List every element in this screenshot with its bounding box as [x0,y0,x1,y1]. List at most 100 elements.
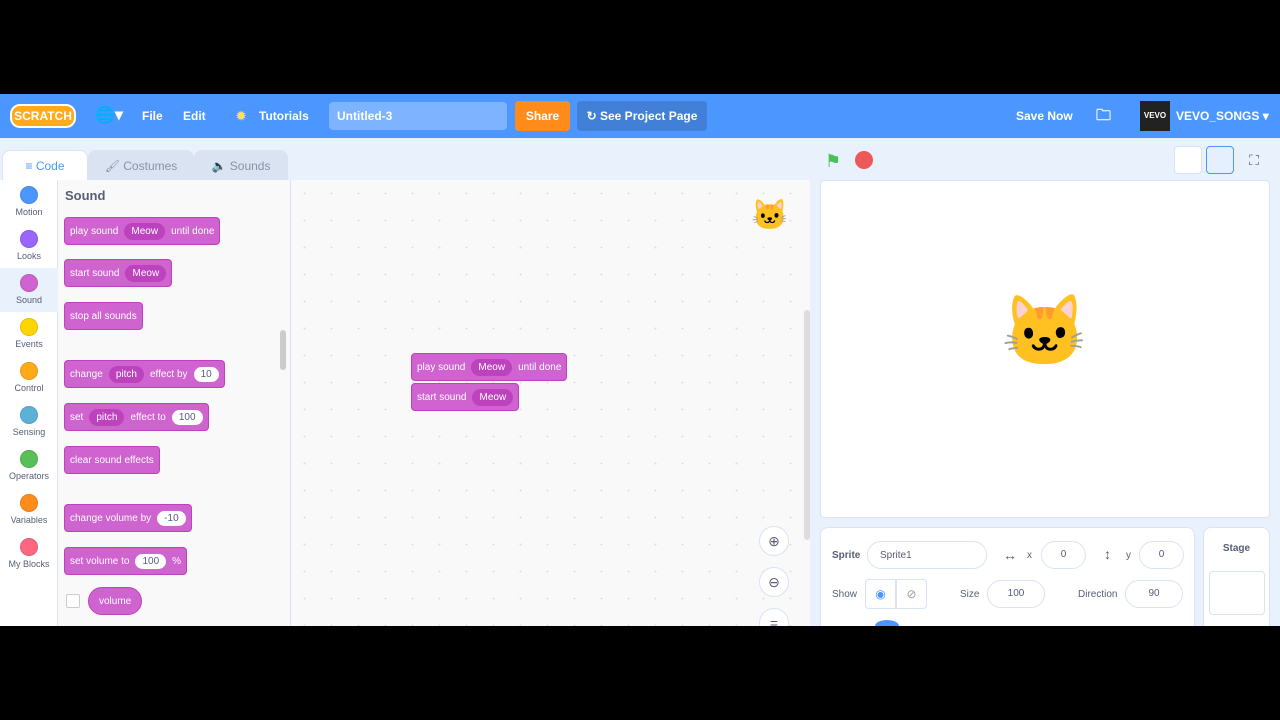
block-start-sound[interactable]: start sound Meow [64,259,173,287]
effect-dropdown[interactable]: pitch [108,365,144,383]
script-block-start-sound[interactable]: start sound Meow [411,383,520,411]
tab-costumes[interactable]: 🖌 Costumes [88,150,194,182]
zoom-in-button[interactable]: ⊕ [759,526,789,556]
sprite-info-panel: Sprite ↔ x 0 ↕ y 0 Show ◉ ⊘ Size 100 Dir… [820,527,1195,626]
category-menu: Motion Looks Sound Events Control Sensing Oper… [0,180,58,626]
sprite-label: Sprite [832,550,861,561]
number-input[interactable]: 100 [135,553,167,569]
sound-dropdown[interactable]: Meow [472,388,514,406]
green-flag-icon[interactable]: ⚑ [825,151,841,172]
cat-sprite[interactable]: 🐱 [1001,296,1088,366]
normal-stage-button[interactable] [1206,146,1234,174]
sound-dropdown[interactable]: Meow [125,264,167,282]
edit-menu[interactable]: Edit [183,94,206,138]
category-color-dot [20,406,38,424]
y-input[interactable]: 0 [1139,541,1184,569]
stage-selector[interactable]: Stage [1203,527,1270,626]
direction-label: Direction [1078,589,1118,600]
category-looks[interactable]: Looks [0,224,58,268]
category-color-dot [20,186,38,204]
code-scrollbar[interactable] [804,310,810,540]
zoom-out-button[interactable]: ⊖ [759,567,789,597]
number-input[interactable]: 10 [193,366,219,382]
size-input[interactable]: 100 [987,580,1045,608]
block-text: until done [171,225,215,237]
block-change-effect[interactable]: change pitch effect by 10 [64,360,225,388]
stage[interactable]: 🐱 [820,180,1270,518]
category-control[interactable]: Control [0,356,58,400]
sprite-name-input[interactable] [867,541,987,569]
number-input[interactable]: 100 [171,409,203,425]
show-label: Show [832,589,858,600]
block-clear-sound-effects[interactable]: clear sound effects [64,446,160,474]
category-color-dot [20,230,38,248]
block-stop-all-sounds[interactable]: stop all sounds [64,302,143,330]
block-text: change [70,368,103,380]
effect-dropdown[interactable]: pitch [89,408,125,426]
stage-thumbnail[interactable] [1209,571,1265,615]
stop-icon[interactable] [855,151,873,169]
category-my-blocks[interactable]: My Blocks [0,532,58,576]
category-variables[interactable]: Variables [0,488,58,532]
direction-input[interactable]: 90 [1125,580,1183,608]
x-input[interactable]: 0 [1041,541,1086,569]
category-operators[interactable]: Operators [0,444,58,488]
block-text: play sound [417,361,466,373]
category-motion[interactable]: Motion [0,180,58,224]
block-text: volume [99,595,132,607]
sprite-thumbnail-peek[interactable] [875,620,899,626]
folder-icon[interactable]: 🗀 [1096,94,1111,138]
brush-icon: 🖌 [104,159,124,173]
stage-label: Stage [1222,543,1251,554]
account-menu[interactable]: VEVO_SONGS ▾ [1176,94,1269,138]
category-events[interactable]: Events [0,312,58,356]
block-change-volume[interactable]: change volume by -10 [64,504,192,532]
category-label: Sensing [12,427,46,437]
block-play-sound-until-done[interactable]: play sound Meow until done [64,217,221,245]
y-label: y [1126,550,1131,561]
tab-code[interactable]: ≡ Code [2,150,88,182]
category-color-dot [20,274,38,292]
block-text: start sound [417,391,467,403]
see-project-page-button[interactable]: ↻ See Project Page [577,101,707,131]
menu-bar: SCRATCH 🌐▾ File Edit ✹ Tutorials Share ↻… [0,94,1280,138]
save-now-button[interactable]: Save Now [1016,94,1073,138]
block-set-effect[interactable]: set pitch effect to 100 [64,403,209,431]
share-button[interactable]: Share [515,101,570,131]
size-label: Size [960,589,980,600]
code-icon: ≡ [25,159,36,173]
category-label: Control [14,383,44,393]
sound-dropdown[interactable]: Meow [471,358,513,376]
show-visible-eye-icon[interactable]: ◉ [865,579,896,609]
block-text: stop all sounds [70,310,137,322]
fullscreen-icon[interactable]: ⛶ [1240,146,1268,174]
palette-scrollbar[interactable] [280,330,286,370]
tab-sounds[interactable]: 🔈 Sounds [194,150,288,182]
hide-eye-slash-icon[interactable]: ⊘ [896,579,927,609]
sound-dropdown[interactable]: Meow [124,222,166,240]
category-sound[interactable]: Sound [0,268,58,312]
avatar[interactable]: VEVO [1140,101,1170,131]
number-input[interactable]: -10 [157,510,186,526]
palette-heading: Sound [65,188,106,203]
script-block-play-sound-until-done[interactable]: play sound Meow until done [411,353,568,381]
volume-checkbox[interactable] [66,594,80,608]
remix-icon: ↻ [586,109,600,123]
tab-label: Code [35,159,65,173]
language-globe-icon[interactable]: 🌐▾ [95,94,123,138]
block-set-volume[interactable]: set volume to 100% [64,547,188,575]
small-stage-button[interactable] [1174,146,1202,174]
block-text: set [70,411,84,423]
tutorials-button[interactable]: Tutorials [259,94,309,138]
category-sensing[interactable]: Sensing [0,400,58,444]
block-volume-reporter[interactable]: volume [88,587,143,615]
project-title-input[interactable] [329,102,507,130]
username: VEVO_SONGS [1176,109,1260,123]
scratch-logo[interactable]: SCRATCH [10,104,76,128]
lightbulb-icon: ✹ [236,109,247,123]
file-menu[interactable]: File [142,94,163,138]
sprite-cat-watermark: 🐱 [751,199,789,232]
code-area[interactable]: 🐱 play sound Meow until done start sound Me… [291,180,810,626]
tab-label: Costumes [123,159,178,173]
category-label: Looks [16,251,42,261]
